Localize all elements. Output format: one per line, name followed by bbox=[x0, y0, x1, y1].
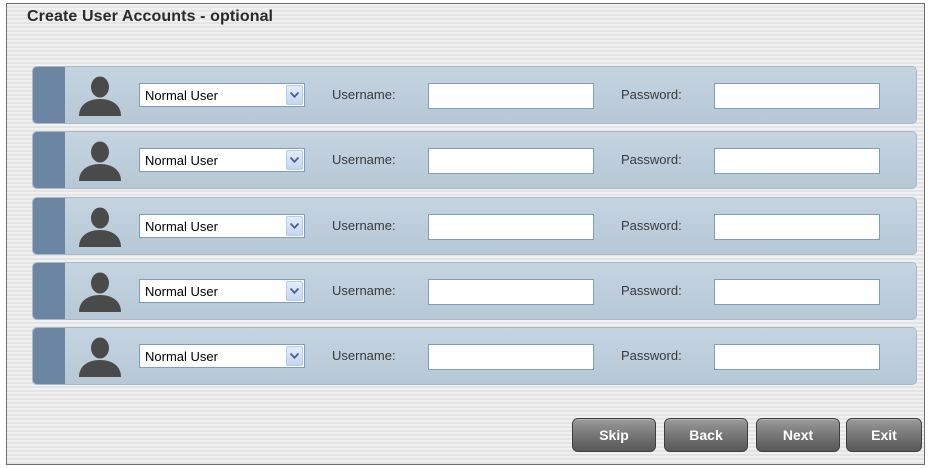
username-label: Username: bbox=[332, 87, 396, 102]
exit-button[interactable]: Exit bbox=[846, 418, 922, 452]
role-select[interactable]: Normal User bbox=[139, 279, 305, 303]
user-row: Normal User Username: Password: bbox=[32, 262, 917, 320]
next-button[interactable]: Next bbox=[756, 418, 840, 452]
chevron-down-icon[interactable] bbox=[286, 216, 303, 236]
username-label: Username: bbox=[332, 152, 396, 167]
chevron-down-icon[interactable] bbox=[286, 150, 303, 170]
password-field[interactable] bbox=[714, 83, 880, 109]
user-silhouette-icon bbox=[79, 272, 121, 312]
username-field[interactable] bbox=[428, 344, 594, 370]
row-tab bbox=[33, 67, 65, 123]
skip-button[interactable]: Skip bbox=[572, 418, 656, 452]
role-select[interactable]: Normal User bbox=[139, 344, 305, 368]
chevron-down-icon[interactable] bbox=[286, 281, 303, 301]
row-tab bbox=[33, 328, 65, 384]
password-label: Password: bbox=[621, 87, 682, 102]
username-field[interactable] bbox=[428, 148, 594, 174]
password-label: Password: bbox=[621, 152, 682, 167]
role-select-value: Normal User bbox=[145, 349, 218, 364]
username-field[interactable] bbox=[428, 214, 594, 240]
back-button[interactable]: Back bbox=[664, 418, 748, 452]
user-row: Normal User Username: Password: bbox=[32, 327, 917, 385]
password-field[interactable] bbox=[714, 344, 880, 370]
user-silhouette-icon bbox=[79, 141, 121, 181]
password-field[interactable] bbox=[714, 279, 880, 305]
username-label: Username: bbox=[332, 348, 396, 363]
page-title: Create User Accounts - optional bbox=[27, 8, 274, 25]
wizard-panel: Create User Accounts - optional Normal U… bbox=[6, 3, 925, 465]
user-silhouette-icon bbox=[79, 207, 121, 247]
user-silhouette-icon bbox=[79, 76, 121, 116]
password-label: Password: bbox=[621, 283, 682, 298]
password-field[interactable] bbox=[714, 214, 880, 240]
role-select-value: Normal User bbox=[145, 88, 218, 103]
chevron-down-icon[interactable] bbox=[286, 85, 303, 105]
role-select-value: Normal User bbox=[145, 284, 218, 299]
user-silhouette-icon bbox=[79, 337, 121, 377]
password-label: Password: bbox=[621, 348, 682, 363]
username-label: Username: bbox=[332, 218, 396, 233]
role-select-value: Normal User bbox=[145, 219, 218, 234]
password-label: Password: bbox=[621, 218, 682, 233]
password-field[interactable] bbox=[714, 148, 880, 174]
row-tab bbox=[33, 132, 65, 188]
role-select[interactable]: Normal User bbox=[139, 214, 305, 238]
role-select[interactable]: Normal User bbox=[139, 148, 305, 172]
role-select-value: Normal User bbox=[145, 153, 218, 168]
role-select[interactable]: Normal User bbox=[139, 83, 305, 107]
username-label: Username: bbox=[332, 283, 396, 298]
user-row: Normal User Username: Password: bbox=[32, 197, 917, 255]
username-field[interactable] bbox=[428, 83, 594, 109]
row-tab bbox=[33, 263, 65, 319]
user-row: Normal User Username: Password: bbox=[32, 66, 917, 124]
user-row: Normal User Username: Password: bbox=[32, 131, 917, 189]
chevron-down-icon[interactable] bbox=[286, 346, 303, 366]
row-tab bbox=[33, 198, 65, 254]
username-field[interactable] bbox=[428, 279, 594, 305]
